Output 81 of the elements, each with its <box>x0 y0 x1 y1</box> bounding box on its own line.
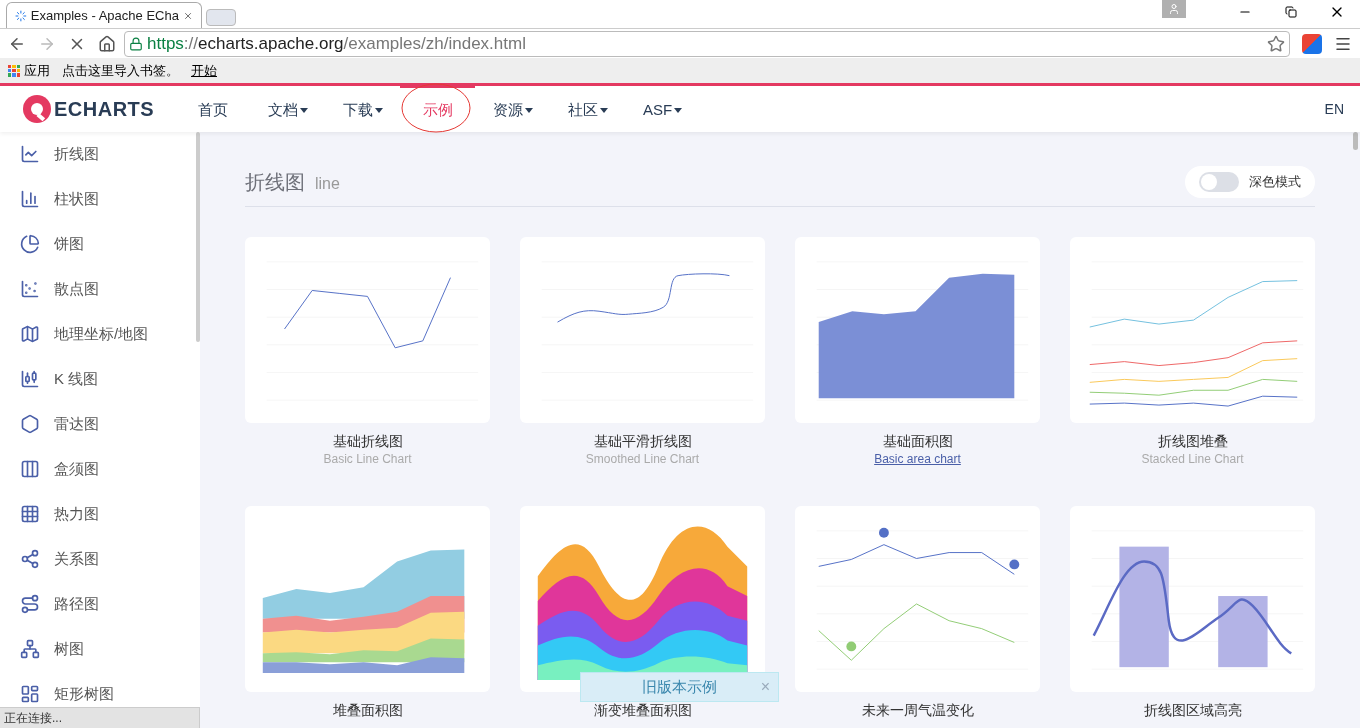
sidebar-item[interactable]: 热力图 <box>0 499 200 529</box>
chart-thumbnail[interactable] <box>245 506 490 692</box>
sidebar-item[interactable]: 树图 <box>0 634 200 664</box>
new-tab-button[interactable] <box>206 9 236 26</box>
card-title: 渐变堆叠面积图 <box>593 701 692 719</box>
sidebar-item[interactable]: 盒须图 <box>0 454 200 484</box>
logo-text: ECHARTS <box>54 97 155 122</box>
card-title: 基础平滑折线图 <box>593 432 692 450</box>
sidebar-item[interactable]: 地理坐标/地图 <box>0 319 200 349</box>
sidebar-item[interactable]: 路径图 <box>0 589 200 619</box>
home-icon[interactable] <box>98 34 116 53</box>
sidebar-item[interactable]: 雷达图 <box>0 409 200 439</box>
nav-tab[interactable]: 下载 <box>325 86 400 132</box>
chart-thumbnail[interactable] <box>795 506 1040 692</box>
bookmark-star-icon[interactable] <box>1267 34 1285 53</box>
highlight-band <box>1218 596 1268 668</box>
bookmark-label: 应用 <box>24 61 50 80</box>
card-title: 基础面积图 <box>882 432 953 450</box>
section-title: 折线图 <box>245 170 305 195</box>
card-title: 未来一周气温变化 <box>861 701 974 719</box>
sidebar-item[interactable]: 柱状图 <box>0 184 200 214</box>
nav-tab[interactable]: 示例 <box>400 86 475 132</box>
marker-pin <box>1009 559 1020 570</box>
section-subtitle: line <box>315 174 340 194</box>
map-icon <box>20 324 40 344</box>
chart-thumbnail[interactable] <box>520 237 765 423</box>
candlestick-icon <box>20 369 40 389</box>
card-title: 基础折线图 <box>332 432 403 450</box>
columns-icon <box>20 459 40 479</box>
chart-thumbnail[interactable] <box>1070 506 1315 692</box>
chart-thumbnail[interactable] <box>795 237 1040 423</box>
nav-tab[interactable]: 资源 <box>475 86 550 132</box>
sidebar-item[interactable]: 矩形树图 <box>0 679 200 709</box>
bookmark-link[interactable]: 点击这里导入书签。 <box>62 60 179 81</box>
user-icon <box>1168 3 1180 15</box>
grid-icon <box>20 504 40 524</box>
status-bar: 正在连接... <box>0 707 200 728</box>
sidebar-item[interactable]: 折线图 <box>0 139 200 169</box>
nav-tab[interactable]: 首页 <box>175 86 250 132</box>
chart-thumbnail[interactable] <box>245 237 490 423</box>
browser-tab[interactable]: Examples - Apache ECha <box>6 2 202 28</box>
line-chart-icon <box>20 144 40 164</box>
sidebar-item[interactable]: K 线图 <box>0 364 200 394</box>
sidebar-item[interactable]: 关系图 <box>0 544 200 574</box>
card-title: 折线图区域高亮 <box>1143 701 1242 719</box>
highlight-circle <box>400 82 472 134</box>
extension-icon[interactable] <box>1302 33 1322 54</box>
lock-icon <box>129 36 143 51</box>
scrollbar[interactable] <box>196 132 200 342</box>
user-button[interactable] <box>1162 0 1186 18</box>
loading-icon <box>15 8 27 23</box>
nav-tab[interactable]: 社区 <box>550 86 625 132</box>
marker-pin <box>846 641 857 652</box>
restore-icon <box>1285 6 1297 18</box>
sidebar-item[interactable]: 饼图 <box>0 229 200 259</box>
card-subtitle[interactable]: Basic area chart <box>874 450 961 468</box>
card-title: 折线图堆叠 <box>1157 432 1228 450</box>
tab-title: Examples - Apache ECha <box>30 6 179 25</box>
dashboard-icon <box>20 684 40 704</box>
marker-pin <box>878 527 889 538</box>
bookmark-link[interactable]: 开始 <box>191 60 217 81</box>
sidebar-item[interactable]: 散点图 <box>0 274 200 304</box>
bar-chart-icon <box>20 189 40 209</box>
nav-tab[interactable]: 文档 <box>250 86 325 132</box>
scrollbar[interactable] <box>1353 132 1358 150</box>
language-link[interactable]: EN <box>1324 98 1344 120</box>
network-icon <box>20 639 40 659</box>
hexagon-icon <box>20 414 40 434</box>
scatter-chart-icon <box>20 279 40 299</box>
share-icon <box>20 549 40 569</box>
logo-icon <box>22 94 52 124</box>
apps-icon <box>8 64 20 77</box>
route-icon <box>20 594 40 614</box>
apps-bookmark[interactable]: 应用 <box>8 60 50 81</box>
url-text: https://echarts.apache.org/examples/zh/index.html <box>147 32 526 55</box>
pie-chart-icon <box>20 234 40 254</box>
chart-thumbnail[interactable] <box>1070 237 1315 423</box>
card-title: 堆叠面积图 <box>332 701 403 719</box>
dark-mode-toggle[interactable]: 深色模式 <box>1185 166 1315 198</box>
address-field[interactable]: https://echarts.apache.org/examples/zh/index.html <box>124 30 1290 57</box>
nav-tab[interactable]: ASF <box>625 86 700 132</box>
